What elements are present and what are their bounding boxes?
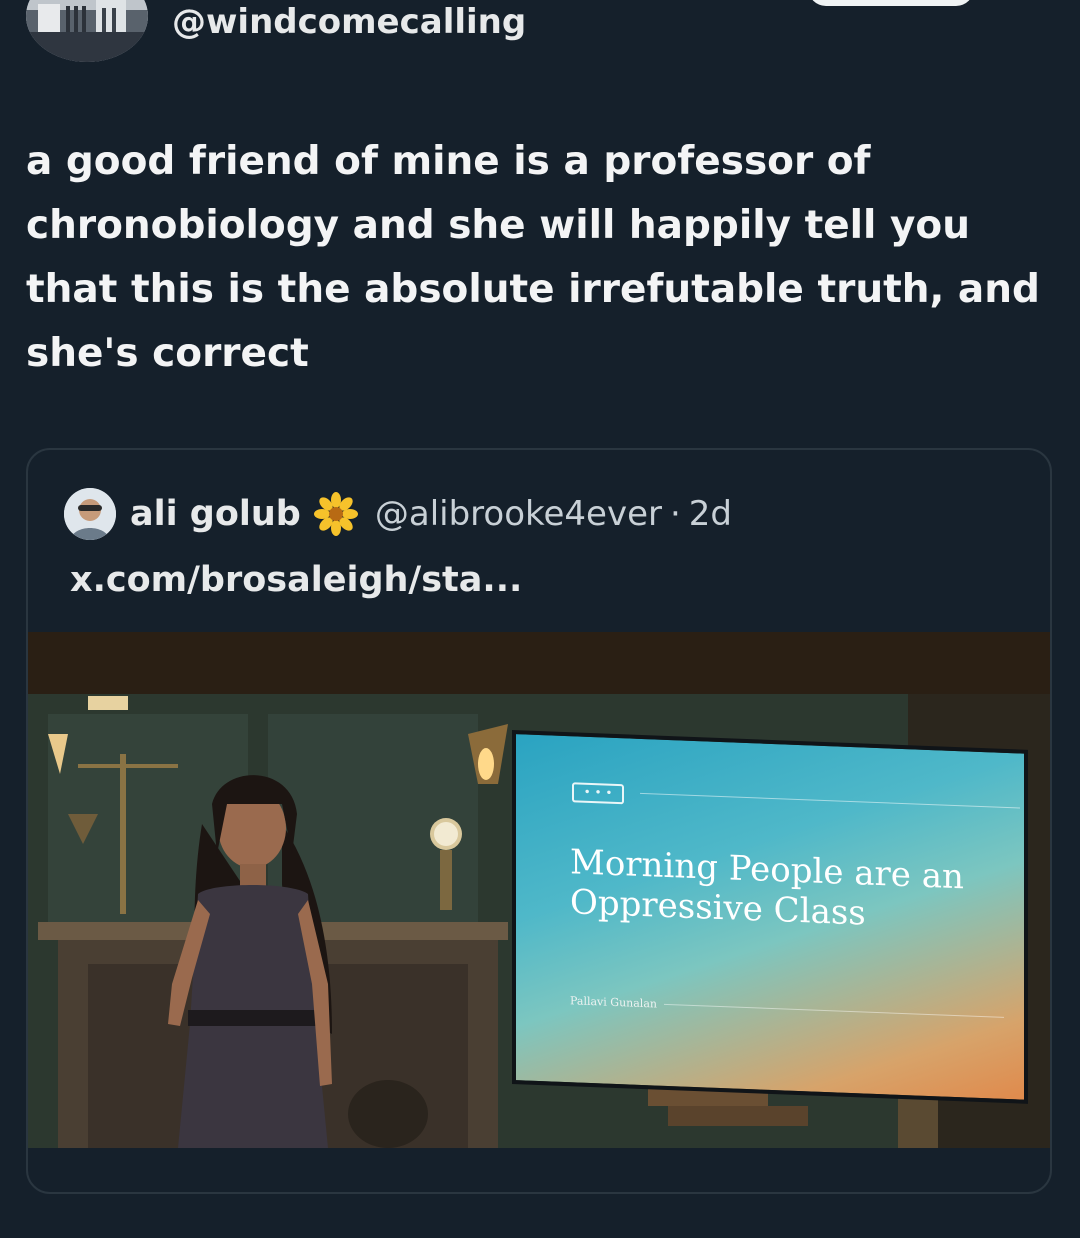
- quoted-author-avatar[interactable]: [64, 488, 116, 540]
- presenter: [168, 775, 332, 1148]
- quoted-author-name[interactable]: ali golub: [130, 494, 301, 534]
- quoted-author-username[interactable]: @alibrooke4ever: [375, 494, 662, 534]
- slide-footer-line: [664, 1003, 1004, 1018]
- presentation-slide: • • • Morning People are an Oppressive C…: [512, 730, 1028, 1104]
- tweet-header: @windcomecalling: [0, 0, 1080, 70]
- slide-menu-icon: • • •: [572, 782, 624, 805]
- author-avatar[interactable]: [26, 0, 148, 62]
- video-frame[interactable]: • • • Morning People are an Oppressive C…: [28, 694, 1050, 1148]
- quoted-tweet-header: ali golub @alibrooke4ever · 2d: [64, 488, 732, 540]
- quoted-tweet-media[interactable]: • • • Morning People are an Oppressive C…: [28, 632, 1050, 1148]
- quoted-tweet-card[interactable]: ali golub @alibrooke4ever · 2d x.com/bro…: [26, 448, 1052, 1194]
- quoted-tweet-link[interactable]: x.com/brosaleigh/sta...: [70, 560, 522, 600]
- slide-title: Morning People are an Oppressive Class: [570, 842, 964, 934]
- separator-dot: ·: [669, 494, 681, 534]
- author-handle[interactable]: @windcomecalling: [172, 2, 526, 42]
- tweet-text: a good friend of mine is a professor of …: [26, 139, 1040, 376]
- slide-divider: [640, 792, 1020, 809]
- slide-author: Pallavi Gunalan: [570, 994, 657, 1011]
- quoted-tweet-time[interactable]: 2d: [689, 494, 732, 534]
- follow-button[interactable]: [808, 0, 974, 6]
- flower-icon: [313, 492, 358, 536]
